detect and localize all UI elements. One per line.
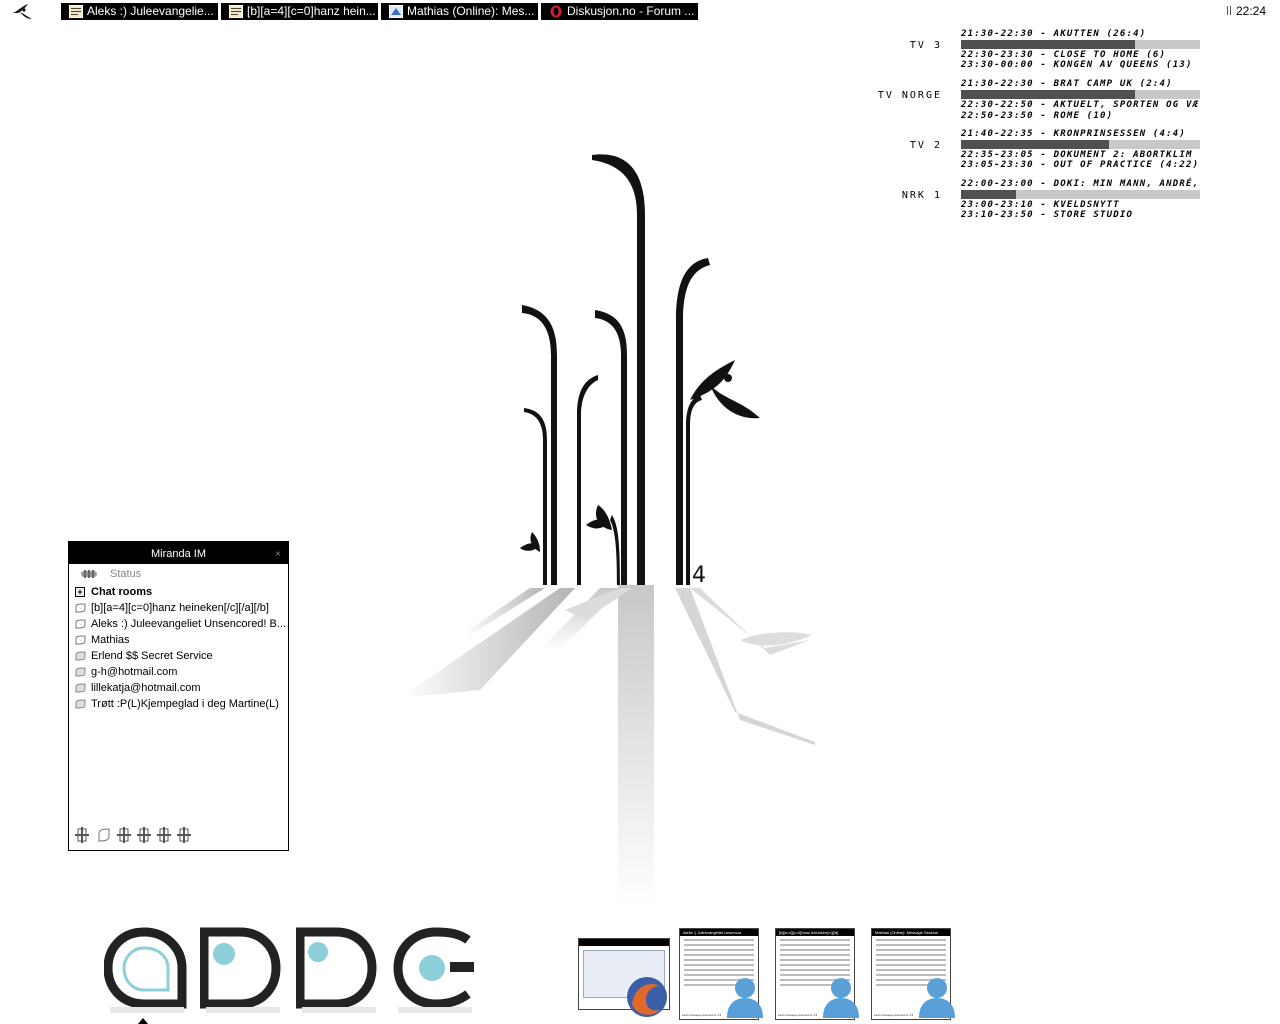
program-later: 23:05-23:30 - Out of Practice (4:22) bbox=[961, 160, 1200, 170]
taskbar-button-label: Aleks :) Juleevangelie... bbox=[87, 4, 214, 18]
taskbar-button-label: Diskusjon.no - Forum ... bbox=[567, 4, 695, 18]
program-later: 22:50-23:50 - Rome (10) bbox=[961, 111, 1114, 121]
program-progress-bar bbox=[961, 190, 1200, 199]
dock bbox=[100, 926, 480, 1024]
contact-name: Erlend $$ Secret Service bbox=[91, 650, 213, 662]
program-next: 23:00-23:10 - Kveldsnytt bbox=[961, 200, 1120, 210]
program-current: 21:30-22:30 - Akutten (26:4) bbox=[961, 29, 1147, 39]
miranda-toolbar bbox=[73, 827, 273, 845]
program-current: 22:00-23:00 - Doki: Min mann, André, bbox=[961, 179, 1200, 189]
group-label: Chat rooms bbox=[91, 586, 153, 598]
window-titlebar[interactable]: Miranda IM × bbox=[69, 542, 288, 564]
thumbnail-title bbox=[579, 939, 669, 946]
contact-name: lillekatja@hotmail.com bbox=[91, 682, 201, 694]
protocol-plug-icon[interactable] bbox=[117, 827, 131, 843]
protocol-plug-icon[interactable] bbox=[157, 827, 171, 843]
window-title: Miranda IM bbox=[150, 548, 207, 560]
channel-name: TV 2 bbox=[909, 140, 942, 151]
contact-group-chat-rooms[interactable]: Chat rooms bbox=[69, 584, 288, 600]
messenger-icon bbox=[389, 5, 403, 18]
firefox-icon[interactable] bbox=[624, 974, 670, 1020]
tray-separator bbox=[1227, 6, 1231, 15]
chat-window-icon bbox=[69, 5, 83, 18]
contact-name: Aleks :) Juleevangeliet Unsencored! B... bbox=[91, 618, 287, 630]
protocol-plug-icon[interactable] bbox=[177, 827, 191, 843]
thumbnail-footer: Last message received on 13 bbox=[874, 1013, 914, 1017]
program-current: 21:40-22:35 - Kronprinsessen (4:4) bbox=[961, 129, 1187, 139]
contact-offline-icon bbox=[75, 699, 86, 709]
contact-offline-icon bbox=[75, 651, 86, 661]
contact-name: Trøtt :P(L)Kjempeglad i deg Martine(L) bbox=[91, 698, 279, 710]
contact-status-icon bbox=[75, 603, 86, 613]
progress-fill bbox=[961, 40, 1136, 49]
progress-fill bbox=[961, 90, 1136, 99]
contact-status-icon bbox=[75, 635, 86, 645]
taskbar: Aleks :) Juleevangelie... [b][a=4][c=0]h… bbox=[0, 0, 1280, 22]
thumbnail-title: Mathias (Online): Message Session bbox=[872, 929, 950, 936]
channel-name: TV 3 bbox=[909, 40, 942, 51]
contact-name: Mathias bbox=[91, 634, 130, 646]
dock-letter-b-icon[interactable] bbox=[296, 926, 380, 1024]
chat-window-icon bbox=[229, 5, 243, 18]
thumbnail-title: Aleks :) Juleevangeliet Unsencor bbox=[680, 929, 758, 936]
program-next: 22:30-23:30 - Close to Home (6) bbox=[961, 50, 1167, 60]
status-icon bbox=[81, 570, 97, 578]
contact-offline-icon bbox=[75, 683, 86, 693]
messenger-user-icon bbox=[727, 978, 763, 1018]
program-progress-bar bbox=[961, 140, 1200, 149]
thumbnail-footer: Last message received on 13 bbox=[778, 1013, 818, 1017]
progress-fill bbox=[961, 190, 1016, 199]
contact-item[interactable]: g-h@hotmail.com bbox=[69, 664, 288, 680]
expand-plus-icon[interactable] bbox=[75, 587, 86, 597]
status-label: Status bbox=[110, 568, 142, 580]
taskbar-button-aleks[interactable]: Aleks :) Juleevangelie... bbox=[61, 3, 219, 20]
taskbar-button-label: Mathias (Online): Mes... bbox=[407, 4, 535, 18]
contact-item[interactable]: Trøtt :P(L)Kjempeglad i deg Martine(L) bbox=[69, 696, 288, 712]
contact-item[interactable]: Aleks :) Juleevangeliet Unsencored! B... bbox=[69, 616, 288, 632]
status-leaf-icon[interactable] bbox=[97, 827, 111, 843]
dock-letter-b-icon[interactable] bbox=[200, 926, 284, 1024]
opera-icon bbox=[550, 5, 562, 18]
thumbnail-title: [b][a=4][c=0]hanz heineken[/c][/a] bbox=[776, 929, 854, 936]
status-selector[interactable]: Status bbox=[69, 564, 288, 584]
contact-offline-icon bbox=[75, 667, 86, 677]
thumbnail-footer: Last message received on 13 bbox=[682, 1013, 722, 1017]
messenger-user-icon bbox=[919, 978, 955, 1018]
protocol-plug-icon[interactable] bbox=[75, 827, 89, 843]
program-later: 23:30-00:00 - Kongen av Queens (13) bbox=[961, 60, 1193, 70]
contact-name: g-h@hotmail.com bbox=[91, 666, 178, 678]
contact-item[interactable]: Mathias bbox=[69, 632, 288, 648]
contact-item[interactable]: lillekatja@hotmail.com bbox=[69, 680, 288, 696]
wallpaper-number: 4 bbox=[692, 563, 706, 588]
taskbar-button-hanz[interactable]: [b][a=4][c=0]hanz hein... bbox=[221, 3, 379, 20]
miranda-im-window[interactable]: Miranda IM × Status Chat rooms [b][a=4][… bbox=[68, 541, 289, 851]
start-menu-logo-icon[interactable] bbox=[10, 1, 36, 21]
taskbar-button-mathias[interactable]: Mathias (Online): Mes... bbox=[381, 3, 539, 20]
contact-item[interactable]: Erlend $$ Secret Service bbox=[69, 648, 288, 664]
messenger-user-icon bbox=[823, 978, 859, 1018]
program-next: 22:30-22:50 - Aktuelt, sporten og væ bbox=[961, 100, 1200, 110]
progress-fill bbox=[961, 140, 1110, 149]
dock-letter-c-icon[interactable] bbox=[392, 926, 476, 1024]
dock-active-indicator bbox=[138, 1018, 148, 1024]
taskbar-button-diskusjon[interactable]: Diskusjon.no - Forum ... bbox=[541, 3, 699, 20]
program-next: 22:35-23:05 - Dokument 2: Abortkliμ bbox=[961, 150, 1193, 160]
taskbar-button-label: [b][a=4][c=0]hanz hein... bbox=[247, 4, 376, 18]
system-clock[interactable]: 22:24 bbox=[1236, 4, 1266, 18]
contact-name: [b][a=4][c=0]hanz heineken[/c][/a][/b] bbox=[91, 602, 269, 614]
tv-guide-widget: TV 3 21:30-22:30 - Akutten (26:4) 22:30-… bbox=[860, 28, 1280, 228]
program-progress-bar bbox=[961, 40, 1200, 49]
contact-item[interactable]: [b][a=4][c=0]hanz heineken[/c][/a][/b] bbox=[69, 600, 288, 616]
contact-status-icon bbox=[75, 619, 86, 629]
channel-name: NRK 1 bbox=[901, 190, 942, 201]
program-later: 23:10-23:50 - Store Studio bbox=[961, 210, 1134, 220]
channel-name: TV Norge bbox=[877, 90, 942, 101]
protocol-plug-icon[interactable] bbox=[137, 827, 151, 843]
dock-letter-a-icon[interactable] bbox=[104, 926, 188, 1024]
program-current: 21:30-22:30 - Brat Camp UK (2:4) bbox=[961, 79, 1173, 89]
program-progress-bar bbox=[961, 90, 1200, 99]
